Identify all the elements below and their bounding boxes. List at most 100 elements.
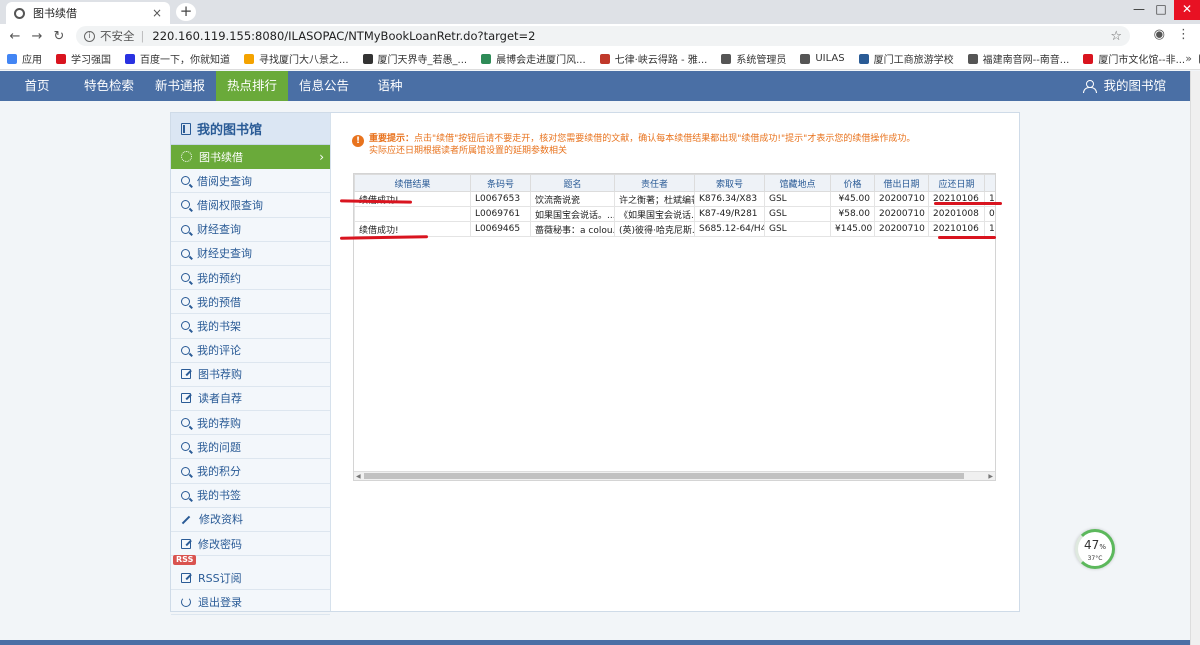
table-cell: 饮流斋说瓷: [530, 191, 615, 207]
sidebar-item-label: 图书续借: [199, 150, 243, 164]
my-library-link[interactable]: 我的图书馆: [1083, 71, 1166, 101]
bookmark-favicon-icon: [244, 53, 254, 64]
bookmark-item[interactable]: 学习强国: [49, 51, 118, 66]
tab-close-icon[interactable]: ×: [152, 6, 162, 20]
bookmark-label: 福建南音网--南音...: [982, 55, 1070, 66]
sidebar-item[interactable]: 我的书架: [171, 314, 330, 339]
bookmarks-bar: 应用 学习强国 百度一下，你就知道 寻找厦门大八景之... 厦门天界寺_若愚_... 晨博…: [0, 48, 1200, 70]
new-tab-button[interactable]: +: [176, 3, 196, 21]
search-icon: [181, 490, 190, 500]
sidebar-item-label: 我的预约: [197, 271, 241, 285]
bookmark-star-icon[interactable]: ☆: [1110, 29, 1122, 44]
system-monitor-gauge[interactable]: 47% 37°C: [1075, 529, 1115, 569]
table-cell: K87-49/R281: [694, 206, 765, 222]
sidebar-item[interactable]: 我的荐购: [171, 411, 330, 436]
scroll-thumb[interactable]: [364, 473, 964, 479]
reload-icon[interactable]: ↻: [48, 29, 70, 44]
profile-icon[interactable]: ◉: [1154, 27, 1165, 42]
nav-item[interactable]: 热点排行: [216, 71, 288, 101]
bookmark-item[interactable]: 七律·峡云得路 - 雅...: [593, 51, 715, 66]
sidebar-item[interactable]: 借阅权限查询: [171, 193, 330, 218]
sidebar-item[interactable]: RSS订阅: [171, 566, 330, 591]
sidebar-item[interactable]: 借阅史查询: [171, 169, 330, 194]
bookmark-item[interactable]: 福建南音网--南音...: [961, 51, 1077, 66]
sidebar-item-label: 我的问题: [197, 440, 241, 454]
nav-item[interactable]: 新书通报: [144, 71, 216, 101]
bookmark-item[interactable]: 后台管理:厦门工商...: [1192, 51, 1200, 66]
sidebar-item[interactable]: 退出登录: [171, 590, 330, 615]
bookmark-favicon-icon: [362, 53, 373, 64]
forward-icon[interactable]: →: [26, 29, 48, 44]
scroll-right-icon[interactable]: ▶: [988, 472, 993, 480]
site-nav: 首页 特色检索 新书通报 热点排行 信息公告 语种 我的图书馆: [0, 71, 1190, 101]
sidebar-item[interactable]: 修改密码: [171, 532, 330, 557]
sidebar-item[interactable]: 财经史查询: [171, 242, 330, 266]
sidebar-item-label: 我的积分: [197, 465, 241, 479]
table-cell: 蔷薇秘事：a colou...: [530, 221, 615, 237]
sidebar: 我的图书馆 图书续借 › 借阅史查询 借阅权限查询 财经查询 财经史查询 我的预约 我的预借我…: [171, 113, 331, 615]
back-icon[interactable]: ←: [4, 29, 26, 44]
edit-icon: [181, 369, 191, 380]
bookmark-favicon-icon: [599, 53, 610, 64]
bookmark-item[interactable]: 系统管理员: [714, 51, 793, 66]
bookmark-item[interactable]: 厦门天界寺_若愚_...: [356, 51, 475, 66]
table-cell: ¥145.00: [830, 221, 875, 237]
page-scrollbar[interactable]: [1190, 71, 1200, 645]
table-cell: 20200710: [874, 191, 929, 207]
sidebar-item[interactable]: 我的书签: [171, 484, 330, 508]
bookmark-label: 七律·峡云得路 - 雅...: [614, 55, 708, 66]
browser-tab[interactable]: 图书续借 ×: [6, 2, 170, 24]
sidebar-item[interactable]: 读者自荐: [171, 387, 330, 412]
maximize-icon[interactable]: □: [1150, 0, 1172, 20]
nav-item[interactable]: 特色检索: [74, 71, 144, 101]
sidebar-item[interactable]: 我的问题: [171, 435, 330, 460]
table-header-cell: 索取号: [694, 174, 765, 192]
search-icon: [181, 176, 190, 186]
table-header-cell: 条码号: [470, 174, 531, 192]
bookmark-favicon-icon: [481, 53, 492, 64]
table-row: 续借成功! L0069465 蔷薇秘事：a colou... (英)彼得·哈克尼斯..…: [354, 221, 995, 237]
sidebar-item-label: 我的预借: [197, 295, 241, 309]
nav-item[interactable]: 首页: [0, 71, 74, 101]
notice-line2: 实际应还日期根据读者所属馆设置的延期参数相关: [369, 146, 568, 156]
table-horizontal-scrollbar[interactable]: ◀ ▶: [354, 471, 995, 480]
url-input[interactable]: i 不安全 | 220.160.119.155:8080/ILASOPAC/NT…: [76, 26, 1130, 46]
search-icon: [181, 248, 190, 258]
sidebar-item[interactable]: 我的评论: [171, 339, 330, 363]
minimize-icon[interactable]: —: [1128, 0, 1150, 20]
bookmark-item[interactable]: 寻找厦门大八景之...: [237, 51, 356, 66]
sidebar-item[interactable]: 修改资料: [171, 508, 330, 532]
bookmark-favicon-icon: [1083, 53, 1094, 64]
sidebar-item-label: 我的书签: [197, 489, 241, 503]
sidebar-item[interactable]: 图书荐购: [171, 363, 330, 387]
info-icon[interactable]: i: [84, 30, 95, 42]
table-cell: ¥58.00: [830, 206, 875, 222]
sidebar-item-label: 我的评论: [197, 344, 241, 358]
url-separator: |: [140, 29, 145, 43]
sidebar-item-label: 财经史查询: [197, 247, 252, 261]
content-panel: 我的图书馆 图书续借 › 借阅史查询 借阅权限查询 财经查询 财经史查询 我的预约 我的预借我…: [170, 112, 1020, 615]
sidebar-item[interactable]: 图书续借 ›: [171, 145, 330, 170]
bookmark-item[interactable]: 百度一下，你就知道: [118, 51, 237, 66]
bookmark-item[interactable]: 厦门市文化馆--非...: [1076, 51, 1192, 66]
table-cell: ¥45.00: [830, 191, 875, 207]
sidebar-item[interactable]: 财经查询: [171, 218, 330, 242]
bookmark-item[interactable]: 应用: [0, 51, 49, 66]
sidebar-item[interactable]: 我的预约: [171, 266, 330, 291]
scroll-left-icon[interactable]: ◀: [356, 472, 361, 480]
bookmark-item[interactable]: 晨博会走进厦门风...: [474, 51, 593, 66]
menu-icon[interactable]: ⋮: [1177, 27, 1190, 42]
close-window-icon[interactable]: ✕: [1174, 0, 1200, 20]
bookmarks-more-icon[interactable]: »: [1185, 52, 1192, 65]
pencil-icon: [181, 514, 192, 525]
table-cell: GSL: [764, 221, 831, 237]
loan-table-container: 续借结果条码号题名责任者索取号馆藏地点价格借出日期应还日期 续借成功!L0067…: [353, 173, 996, 481]
nav-item[interactable]: 语种: [360, 71, 420, 101]
warning-icon: !: [352, 135, 364, 147]
edit-icon: [181, 538, 191, 549]
bookmark-item[interactable]: UILAS: [793, 53, 851, 64]
sidebar-item[interactable]: 我的积分: [171, 459, 330, 484]
nav-item[interactable]: 信息公告: [288, 71, 360, 101]
bookmark-item[interactable]: 厦门工商旅游学校: [852, 51, 961, 66]
sidebar-item[interactable]: 我的预借: [171, 290, 330, 315]
